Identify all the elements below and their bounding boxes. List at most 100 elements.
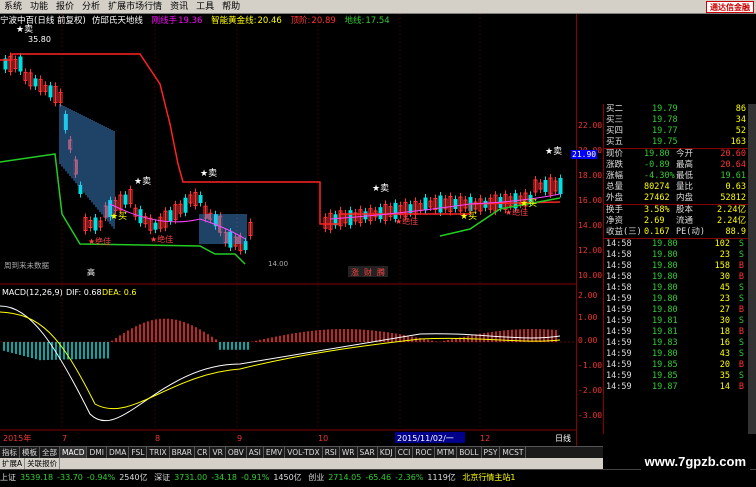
indicator-tab[interactable]: BOLL	[457, 447, 482, 458]
tick-row: 14:59 19.80 23 S	[604, 294, 756, 305]
indicator-tab[interactable]: EMV	[264, 447, 286, 458]
indicator-tab-bar: 指标 模板 全部 MACD DMI DMA FSL TRIX BRAR CR VR OBV ASI EMV…	[0, 446, 603, 458]
ask-price: 19.77	[652, 126, 678, 136]
item4-value: 17.54	[365, 16, 390, 26]
tick-time: 14:58	[606, 283, 632, 293]
menu-news[interactable]: 资讯	[166, 0, 192, 14]
indicator-tab[interactable]: VOL-TDX	[285, 447, 323, 458]
indicator-tab[interactable]: TRIX	[147, 447, 170, 458]
indicator-tab[interactable]: PSY	[482, 447, 501, 458]
indicator-tab[interactable]: RSI	[323, 447, 340, 458]
sz-value: 3731.00	[174, 473, 208, 482]
stat2-value: 2.69	[644, 216, 665, 226]
bottom-marker: ★绝佳	[395, 216, 418, 226]
macd-tick: 1.00	[578, 313, 598, 322]
tick-volume: 158	[714, 261, 730, 271]
date-tick: 2015年	[3, 433, 31, 443]
kline-candle	[33, 78, 38, 87]
tick-volume: 23	[719, 250, 730, 260]
indicator-tab[interactable]: CR	[195, 447, 211, 458]
buy-star: ★买	[110, 211, 127, 222]
tick-list: 14:58 19.80 102 S 14:58 19.80 23 S 14:58 19.80 158…	[604, 238, 756, 393]
macd-dea: DEA: 0.6	[102, 288, 137, 297]
indicator-tab[interactable]: VR	[210, 447, 226, 458]
indicator-tab[interactable]: CCI	[396, 447, 414, 458]
quote-scrollbar[interactable]	[748, 104, 756, 434]
stat-label: 总量	[606, 182, 624, 192]
macd-label: MACD(12,26,9)	[2, 288, 63, 297]
indicator-tab[interactable]: DMI	[87, 447, 107, 458]
macd-group	[0, 305, 561, 422]
tick-price: 19.80	[652, 283, 678, 293]
kline-candle	[183, 197, 188, 213]
indicator-tab[interactable]: WR	[340, 447, 358, 458]
stat-value: 0.63	[725, 182, 746, 192]
tick-price: 19.80	[652, 261, 678, 271]
price-tick: 22.00	[578, 121, 603, 130]
indicator-tab[interactable]: MACD	[60, 447, 88, 458]
menu-help[interactable]: 帮助	[218, 0, 244, 14]
stat2-row: 换手 3.58% 股本 2.24亿	[604, 205, 756, 216]
stat-row: 外盘 27462 内盘 52812	[604, 193, 756, 204]
menu-tools[interactable]: 工具	[192, 0, 218, 14]
indicator-tab[interactable]: DMA	[107, 447, 130, 458]
tick-row: 14:59 19.83 16 S	[604, 338, 756, 349]
cy-change: -65.46	[365, 473, 392, 482]
indicator-tab[interactable]: 指标	[0, 447, 20, 458]
extension-tab[interactable]: 扩展A	[0, 458, 26, 469]
sh-amount: 2540亿	[119, 473, 148, 482]
tick-volume: 18	[719, 327, 730, 337]
indicator-tab[interactable]: 全部	[40, 447, 60, 458]
indicator-tab[interactable]: OBV	[226, 447, 247, 458]
sh-label: 上证	[0, 473, 16, 482]
kline-candle	[558, 178, 563, 194]
sell-star: ★卖	[134, 176, 151, 187]
kline-chart[interactable]: ★卖★卖★卖★卖★卖★买 ★买★买★绝佳 ★绝佳★绝佳★绝佳 35.80 周到来未数…	[0, 14, 576, 446]
sz-pct: -0.91%	[241, 473, 270, 482]
menu-analysis[interactable]: 分析	[78, 0, 104, 14]
menu-extended-market[interactable]: 扩展市场行情	[104, 0, 166, 14]
indicator-tab[interactable]: ASI	[247, 447, 264, 458]
macd-tick: -3.00	[578, 411, 603, 420]
stat-row: 涨跌 -0.89 最高 20.64	[604, 160, 756, 171]
watermark: www.7gpzb.com	[640, 452, 750, 471]
brand-label: 通达信金融	[706, 1, 754, 13]
kline-candle	[48, 85, 53, 98]
sh-value: 3539.18	[20, 473, 54, 482]
indicator-tab[interactable]: KDJ	[378, 447, 396, 458]
tick-time: 14:58	[606, 261, 632, 271]
tick-time: 14:59	[606, 360, 632, 370]
tick-time: 14:59	[606, 382, 632, 392]
macd-tick: 0.00	[578, 336, 598, 345]
indicator-tab[interactable]: SAR	[358, 447, 378, 458]
extension-tab[interactable]: 关联报价	[25, 458, 61, 469]
item2-label: 智能黄金线:	[211, 16, 257, 26]
indicator-tab[interactable]: MCST	[500, 447, 527, 458]
kline-candle	[168, 210, 173, 222]
menu-function[interactable]: 功能	[26, 0, 52, 14]
ask-row: 买五 19.75 163	[604, 137, 756, 148]
sz-label: 深证	[154, 473, 171, 482]
macd-tick: -1.00	[578, 361, 603, 370]
ask-label: 买四	[606, 126, 624, 136]
tick-side: S	[738, 239, 744, 249]
bottom-marker: ★绝佳	[150, 234, 173, 244]
date-cursor: 2015/11/02/一	[397, 434, 454, 443]
kline-candle	[93, 217, 98, 231]
item3-value: 20.89	[311, 16, 336, 26]
tick-price: 19.81	[652, 327, 678, 337]
macd-dif: DIF: 0.68	[66, 288, 102, 297]
item3-label: 顶阶:	[290, 16, 311, 26]
price-tick: 14.00	[578, 221, 603, 230]
indicator-tab[interactable]: MTM	[435, 447, 458, 458]
stat2-row: 净资 2.69 流通 2.24亿	[604, 216, 756, 227]
tick-side: B	[738, 327, 744, 337]
indicator-tab[interactable]: BRAR	[170, 447, 196, 458]
indicator-tab[interactable]: 模板	[20, 447, 40, 458]
stats2-list: 换手 3.58% 股本 2.24亿 净资 2.69 流通 2.24亿 收益(三) 0.167 PE(…	[604, 204, 756, 238]
server-label[interactable]: 北京行情主站1	[462, 473, 515, 482]
menu-quote[interactable]: 报价	[52, 0, 78, 14]
indicator-tab[interactable]: ROC	[413, 447, 435, 458]
indicator-tab[interactable]: FSL	[129, 447, 148, 458]
menu-system[interactable]: 系统	[0, 0, 26, 14]
